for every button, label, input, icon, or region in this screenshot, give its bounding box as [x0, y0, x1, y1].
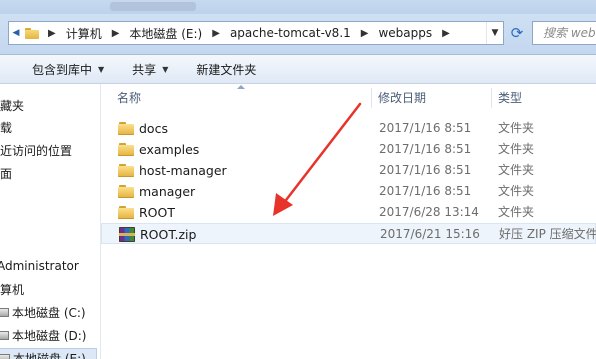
- sidebar-item-label: 本地磁盘 (E:): [13, 351, 86, 359]
- folder-icon: [118, 143, 134, 156]
- refresh-icon[interactable]: ⟳: [506, 21, 528, 45]
- drive-icon: [0, 330, 9, 340]
- breadcrumb-label: 本地磁盘 (E:): [129, 26, 203, 41]
- file-name: ROOT: [139, 205, 175, 220]
- sidebar-item-favorites[interactable]: 收藏夹: [0, 95, 24, 115]
- file-row-root[interactable]: ROOT 2017/6/28 13:14 文件夹: [101, 202, 596, 223]
- file-modified: 2017/1/16 8:51: [379, 121, 472, 135]
- file-name: host-manager: [139, 163, 227, 178]
- sidebar-item-downloads[interactable]: 下载: [0, 117, 12, 137]
- search-input[interactable]: 搜索 webapps: [532, 21, 596, 45]
- breadcrumb-separator-icon[interactable]: ▶: [48, 28, 56, 39]
- file-name: ROOT.zip: [140, 227, 197, 242]
- sidebar-item-label: 计算机: [0, 282, 25, 297]
- column-divider[interactable]: [371, 88, 372, 108]
- folder-icon: [118, 122, 134, 135]
- file-row-root-zip[interactable]: ROOT.zip 2017/6/21 15:16 好压 ZIP 压缩文件: [101, 223, 596, 244]
- breadcrumb-computer[interactable]: 计算机: [66, 25, 102, 42]
- toolbar-button-label: 包含到库中: [32, 62, 93, 77]
- column-divider[interactable]: [491, 88, 492, 108]
- new-folder-button[interactable]: 新建文件夹: [196, 55, 256, 83]
- folder-icon: [118, 206, 134, 219]
- folder-icon: [118, 164, 134, 177]
- breadcrumb-label: webapps: [378, 26, 433, 40]
- breadcrumb-tomcat[interactable]: apache-tomcat-v8.1: [230, 26, 351, 40]
- sidebar-item-label: 最近访问的位置: [0, 143, 73, 158]
- command-toolbar: 包含到库中 ▼ 共享 ▼ 新建文件夹: [0, 55, 596, 84]
- file-type: 好压 ZIP 压缩文件: [499, 227, 596, 241]
- zip-archive-icon: [119, 227, 135, 242]
- folder-icon: [25, 27, 39, 39]
- column-header-modified[interactable]: 修改日期: [378, 84, 426, 110]
- file-modified: 2017/1/16 8:51: [379, 184, 472, 198]
- breadcrumb-drive-e[interactable]: 本地磁盘 (E:): [129, 25, 202, 42]
- file-type: 文件夹: [498, 142, 535, 156]
- sidebar-item-drive-e[interactable]: 本地磁盘 (E:): [0, 348, 97, 359]
- breadcrumb-separator-icon[interactable]: ▶: [112, 28, 120, 39]
- breadcrumb-separator-icon[interactable]: ▶: [361, 28, 369, 39]
- column-header-label: 名称: [117, 90, 142, 105]
- file-name: manager: [139, 184, 196, 199]
- file-type: 文件夹: [498, 163, 535, 177]
- sort-ascending-icon: [237, 85, 245, 89]
- sidebar-item-drive-c[interactable]: 本地磁盘 (C:): [0, 302, 86, 322]
- column-header-label: 类型: [498, 90, 523, 105]
- navigation-pane: 收藏夹 下载 最近访问的位置 桌面 库 Administrator 计算机 本地…: [0, 84, 101, 359]
- file-type: 文件夹: [498, 205, 535, 219]
- file-list: 名称 修改日期 类型 docs 2017/1/16 8:51 文件夹 examp…: [101, 84, 596, 359]
- drive-icon: [0, 353, 10, 359]
- breadcrumb-separator-icon[interactable]: ▶: [212, 28, 220, 39]
- back-chevron-icon[interactable]: ◀: [9, 22, 23, 44]
- file-type: 文件夹: [498, 121, 535, 135]
- sidebar-item-label: Administrator: [0, 259, 79, 273]
- include-in-library-button[interactable]: 包含到库中 ▼: [32, 55, 104, 83]
- column-header-type[interactable]: 类型: [498, 84, 522, 110]
- breadcrumb-label: apache-tomcat-v8.1: [229, 26, 351, 40]
- file-name: examples: [139, 142, 200, 157]
- sidebar-item-drive-d[interactable]: 本地磁盘 (D:): [0, 325, 86, 345]
- breadcrumb-webapps[interactable]: webapps: [378, 26, 432, 40]
- sidebar-item-recent-places[interactable]: 最近访问的位置: [0, 140, 72, 160]
- folder-icon: [118, 185, 134, 198]
- file-modified: 2017/1/16 8:51: [379, 163, 472, 177]
- file-row-host-manager[interactable]: host-manager 2017/1/16 8:51 文件夹: [101, 160, 596, 181]
- file-row-docs[interactable]: docs 2017/1/16 8:51 文件夹: [101, 118, 596, 139]
- sidebar-item-label: 桌面: [0, 166, 13, 181]
- breadcrumb-separator-icon[interactable]: ▶: [442, 28, 450, 39]
- sidebar-item-desktop[interactable]: 桌面: [0, 163, 12, 183]
- address-row: ◀ ▶ 计算机 ▶ 本地磁盘 (E:) ▶ apache-tomcat-v8.1…: [0, 14, 596, 55]
- window-title-blurred: [110, 2, 196, 11]
- chevron-down-icon: ▼: [98, 64, 105, 74]
- file-type: 文件夹: [498, 184, 535, 198]
- toolbar-button-label: 新建文件夹: [196, 62, 257, 77]
- window-title-bar: [0, 0, 596, 14]
- toolbar-button-label: 共享: [132, 62, 157, 77]
- chevron-down-icon: ▼: [162, 64, 169, 74]
- sidebar-item-administrator[interactable]: Administrator: [0, 256, 79, 276]
- file-modified: 2017/6/21 15:16: [380, 227, 480, 241]
- file-name: docs: [139, 121, 168, 136]
- sidebar-item-label: 下载: [0, 120, 13, 135]
- drive-icon: [0, 307, 9, 317]
- file-row-examples[interactable]: examples 2017/1/16 8:51 文件夹: [101, 139, 596, 160]
- sidebar-item-label: 本地磁盘 (C:): [12, 305, 86, 320]
- share-button[interactable]: 共享 ▼: [132, 55, 168, 83]
- file-modified: 2017/6/28 13:14: [379, 205, 479, 219]
- sidebar-item-label: 收藏夹: [0, 98, 25, 113]
- column-header-label: 修改日期: [378, 90, 427, 105]
- sidebar-item-label: 本地磁盘 (D:): [12, 328, 87, 343]
- file-row-manager[interactable]: manager 2017/1/16 8:51 文件夹: [101, 181, 596, 202]
- sidebar-item-computer[interactable]: 计算机: [0, 279, 24, 299]
- address-dropdown-icon[interactable]: ▼: [486, 22, 503, 44]
- breadcrumb-label: 计算机: [65, 26, 102, 41]
- address-bar[interactable]: ◀ ▶ 计算机 ▶ 本地磁盘 (E:) ▶ apache-tomcat-v8.1…: [8, 21, 504, 45]
- file-modified: 2017/1/16 8:51: [379, 142, 472, 156]
- column-header-name[interactable]: 名称: [117, 84, 141, 110]
